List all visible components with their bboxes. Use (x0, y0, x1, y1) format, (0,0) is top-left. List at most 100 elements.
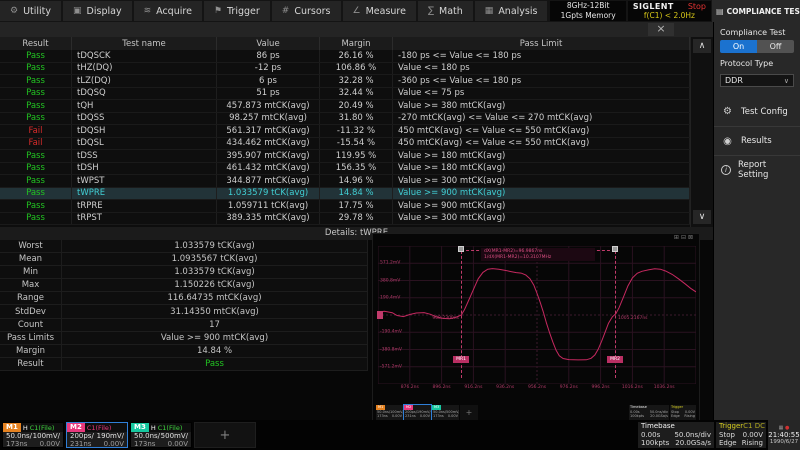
display-icon: ▣ (73, 6, 82, 16)
channel-source: C1(File) (158, 424, 183, 432)
result-row-tdsh[interactable]: Pass tDSH 461.432 mtCK(avg) 156.35 % Val… (0, 163, 690, 176)
close-icon[interactable]: × (648, 23, 674, 36)
menu-item-label: Math (439, 6, 463, 17)
menu-item-trigger[interactable]: ⚑ Trigger (204, 1, 270, 21)
result-row-twpst[interactable]: Pass tWPST 344.877 mtCK(avg) 14.96 % Val… (0, 175, 690, 188)
channel-m2-chip: M2 (67, 423, 85, 432)
toggle-on-button[interactable]: On (720, 40, 757, 53)
menu-item-display[interactable]: ▣ Display (63, 1, 132, 21)
protocol-value: DDR (725, 76, 743, 85)
cell-margin: 32.28 % (320, 75, 393, 87)
freq-counter: f(C1) < 2.0Hz (628, 11, 711, 20)
result-row-trpst[interactable]: Pass tRPST 389.335 mtCK(avg) 29.78 % Val… (0, 213, 690, 226)
result-row-trpre[interactable]: Pass tRPRE 1.059711 tCK(avg) 17.75 % Val… (0, 200, 690, 213)
cell-pass-limit: Value >= 900 mtCK(avg) (393, 200, 690, 212)
result-row-tlz-dq-[interactable]: Pass tLZ(DQ) 6 ps 32.28 % -360 ps <= Val… (0, 75, 690, 88)
sidebar-item-test-config[interactable]: ⚙Test Config (714, 97, 800, 126)
detail-value: 1.033579 tCK(avg) (62, 266, 367, 278)
time-label: 1016.2ns (622, 385, 643, 390)
scroll-down-icon[interactable]: ∨ (693, 210, 711, 224)
cell-test-name: tWPRE (72, 188, 217, 200)
cell-value: 98.257 mtCK(avg) (217, 113, 320, 125)
cell-test-name: tRPRE (72, 200, 217, 212)
channel-vdiv: 100mV/ (33, 432, 60, 440)
detail-value: 1.0935567 tCK(avg) (62, 253, 367, 265)
chevron-down-icon: ∨ (784, 77, 789, 85)
timebase-box[interactable]: Timebase 0.00s50.0ns/div 100kpts20.0GSa/… (638, 422, 714, 448)
cell-test-name: tHZ(DQ) (72, 63, 217, 75)
result-row-twpre[interactable]: Pass tWPRE 1.033579 tCK(avg) 14.84 % Val… (0, 188, 690, 201)
result-row-tdqss[interactable]: Pass tDQSS 98.257 mtCK(avg) 31.80 % -270… (0, 113, 690, 126)
detail-value: 31.14350 mtCK(avg) (62, 305, 367, 317)
menu-item-cursors[interactable]: # Cursors (272, 1, 341, 21)
menu-item-utility[interactable]: ⚙ Utility (0, 1, 61, 21)
run-state[interactable]: Stop (688, 2, 706, 11)
grid-icon[interactable]: ⊞ (674, 234, 681, 241)
cell-test-name: tLZ(DQ) (72, 75, 217, 87)
info-icon: i (721, 165, 731, 175)
cell-pass-limit: Value >= 380 mtCK(avg) (393, 100, 690, 112)
cell-result: Fail (0, 138, 72, 150)
time-label: 956.2ns (528, 385, 546, 390)
results-table-header: Result Test name Value Margin Pass Limit (0, 37, 690, 50)
menu-item-measure[interactable]: ∠ Measure (343, 1, 416, 21)
menu-items: ⚙ Utility ▣ Display ≋ Acquire ⚑ Trigger … (0, 0, 549, 22)
sidebar-item-results[interactable]: ◉Results (714, 126, 800, 155)
menu-item-math[interactable]: ∑ Math (418, 1, 473, 21)
sidebar-item-report-setting[interactable]: iReport Setting (714, 155, 800, 184)
cursor-measurement-readout: dX(MR1-MR2)=96.9867ns 1/dX(MR1-MR2)=10.3… (481, 248, 595, 261)
detail-label: Margin (0, 345, 62, 357)
cell-pass-limit: Value <= 75 ps (393, 88, 690, 100)
menu-item-acquire[interactable]: ≋ Acquire (134, 1, 202, 21)
channel-tdiv: 50.0ns/ (134, 432, 160, 440)
mini-timebase-box: Timebase 0.00s50.0ns/div 100kpts20.0GSa/… (629, 405, 669, 420)
cell-pass-limit: 450 mtCK(avg) <= Value <= 550 mtCK(avg) (393, 138, 690, 150)
result-row-tqh[interactable]: Pass tQH 457.873 mtCK(avg) 20.49 % Value… (0, 100, 690, 113)
trigger-title: Trigger (719, 422, 743, 431)
detail-value: Pass (62, 358, 367, 370)
waveform-panel: ⊞⊟⊠ 571.2mV380.8mV190.4mV-190.4mV-380.8m… (372, 233, 700, 424)
result-row-thz-dq-[interactable]: Pass tHZ(DQ) -12 ps 106.86 % Value <= 18… (0, 63, 690, 76)
channel-m3-descriptor[interactable]: M3HC1(File) 50.0ns/500mV/ 173ns0.00V (130, 422, 192, 448)
time-axis-labels: 876.2ns896.2ns916.2ns936.2ns956.2ns976.2… (378, 385, 696, 391)
scope-toolbar[interactable]: ⊞⊟⊠ (674, 234, 695, 241)
toggle-off-button[interactable]: Off (757, 40, 794, 53)
channel-m2-descriptor[interactable]: M2C1(File) 200ps/190mV/ 231ns0.00V (66, 422, 128, 448)
menu-item-analysis[interactable]: ▦ Analysis (475, 1, 548, 21)
result-row-tdqsh[interactable]: Fail tDQSH 561.317 mtCK(avg) -11.32 % 45… (0, 125, 690, 138)
detail-label: Count (0, 319, 62, 331)
time-label: 936.2ns (496, 385, 514, 390)
result-row-tdqsq[interactable]: Pass tDQSQ 51 ps 32.44 % Value <= 75 ps (0, 88, 690, 101)
cursor-mr1-handle[interactable] (458, 246, 464, 252)
panel-icon[interactable]: ⊟ (681, 234, 688, 241)
result-row-tdqsck[interactable]: Pass tDQSCK 86 ps 26.16 % -180 ps <= Val… (0, 50, 690, 63)
trigger-box[interactable]: TriggerC1 DC Stop0.00V EdgeRising (716, 422, 766, 448)
result-row-tdss[interactable]: Pass tDSS 395.907 mtCK(avg) 119.95 % Val… (0, 150, 690, 163)
cell-margin: 14.84 % (320, 188, 393, 200)
flag-icon: ⚑ (214, 6, 222, 16)
clock-box: ▦ ● 21:40:55 1990/6/27 (768, 420, 800, 450)
detail-row-count: Count 17 (0, 319, 367, 332)
cell-margin: 119.95 % (320, 150, 393, 162)
timebase-points: 100kpts (641, 439, 669, 448)
waveform-svg (378, 246, 696, 384)
add-channel-button[interactable]: + (194, 422, 256, 448)
compliance-toggle[interactable]: On Off (720, 40, 794, 53)
mini-channel-m2: M2 200ps/190mV/ 231ns0.00V (404, 405, 431, 420)
cell-pass-limit: 450 mtCK(avg) <= Value <= 550 mtCK(avg) (393, 125, 690, 137)
cursor-mr1-tag[interactable]: MR1 (453, 356, 469, 363)
top-menu-bar: ⚙ Utility ▣ Display ≋ Acquire ⚑ Trigger … (0, 0, 800, 22)
result-row-tdqsl[interactable]: Fail tDQSL 434.462 mtCK(avg) -15.54 % 45… (0, 138, 690, 151)
cell-test-name: tDQSQ (72, 88, 217, 100)
cell-margin: 14.96 % (320, 175, 393, 187)
cursor-mr2-handle[interactable] (612, 246, 618, 252)
channel-m1-descriptor[interactable]: M1HC1(File) 50.0ns/100mV/ 173ns0.00V (2, 422, 64, 448)
cursor-mr2-tag[interactable]: MR2 (607, 356, 623, 363)
close-icon[interactable]: ⊠ (688, 234, 695, 241)
cell-result: Pass (0, 88, 72, 100)
cursor2-position: 1005.2167ns (618, 316, 648, 321)
protocol-select[interactable]: DDR ∨ (720, 74, 794, 87)
results-scrollbar[interactable]: ∧ ∨ (690, 37, 713, 227)
acquisition-info: 8GHz-12Bit 1Gpts Memory (550, 1, 625, 21)
scroll-up-icon[interactable]: ∧ (693, 39, 711, 53)
